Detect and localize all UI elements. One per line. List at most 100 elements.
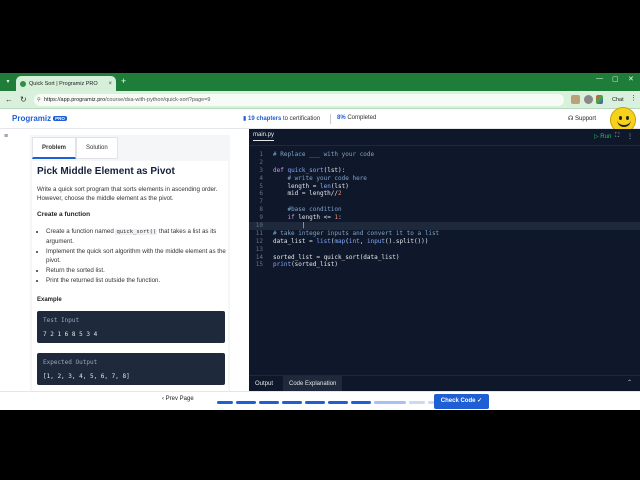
chapters-count: 19 chapters [247,116,282,122]
maximize-icon[interactable]: ▢ [612,75,619,83]
logo-text: Programiz [12,114,52,123]
play-icon: ▷ [594,134,599,140]
list-item: Implement the quick sort algorithm with … [46,247,226,265]
tab-solution[interactable]: Solution [76,137,118,159]
app-header: Programiz PRO ▮ 19 chapters to certificat… [0,107,640,133]
editor-header: main.py ▷ Run ⛶ ⋮ [249,129,640,146]
new-tab-button[interactable]: + [121,76,126,86]
url-path: /course/dsa-with-python/quick-sort?page=… [105,97,211,103]
favicon-icon [20,80,26,87]
tab-code-explanation[interactable]: Code Explanation [283,376,343,392]
programiz-logo[interactable]: Programiz PRO [12,114,67,123]
inline-code: quick_sort() [115,229,158,235]
editor-footer: Output Code Explanation ⌃ [249,375,640,392]
headset-icon: ☊ [568,116,574,122]
tab-output[interactable]: Output [249,376,279,392]
completion-status: 8% Completed [337,115,376,121]
code-line: 9 if length <= 1: [259,214,342,222]
code-line: 12 data_list = list(map(int, input().spli… [255,237,429,245]
book-icon: ▮ [243,116,247,122]
problem-tabs: Problem Solution [32,137,118,159]
tab-menu-icon[interactable]: ▾ [3,76,13,88]
refresh-icon[interactable]: ↻ [20,95,27,104]
close-tab-icon[interactable]: × [108,81,112,87]
code-line: 11 # take integer inputs and convert it t… [255,229,440,237]
problem-description: Write a quick sort program that sorts el… [37,186,218,202]
chevron-left-icon: ‹ [162,396,164,402]
site-info-icon[interactable]: ⚲ [37,94,41,106]
progress-segment[interactable] [374,401,406,404]
expected-output-value: [1, 2, 3, 4, 5, 6, 7, 8] [43,373,130,380]
list-item: Return the sorted list. [46,266,226,275]
logo-pro-badge: PRO [53,116,67,122]
code-area[interactable]: 1 # Replace ___ with your code 2 3 def qui… [249,151,640,269]
address-bar-row: ← ↻ ⚲ https://app.programiz.pro/course/d… [0,91,640,109]
tab-title: Quick Sort | Programiz PRO [29,80,98,87]
left-gutter: ≡ [0,129,16,391]
code-line: 8 #base condition [259,206,342,214]
support-label: Support [575,116,597,122]
copilot-icon[interactable] [596,95,603,104]
progress-segment[interactable] [217,401,233,404]
check-circle-icon: ✓ [477,398,483,404]
browser-tab-bar: ▾ Quick Sort | Programiz PRO × + — ▢ ✕ [0,73,640,91]
code-line: 13 [255,245,263,253]
problem-title: Pick Middle Element as Pivot [37,166,175,177]
run-button[interactable]: ▷ Run [594,133,611,140]
check-code-button[interactable]: Check Code ✓ [434,394,489,409]
fullscreen-icon[interactable]: ⛶ [615,133,619,140]
chat-button[interactable]: Chat [612,94,624,106]
prev-page-label: Prev Page [165,396,194,402]
progress-segment[interactable] [259,401,279,404]
run-label: Run [600,134,612,140]
browser-menu-icon[interactable]: ⋮ [630,94,637,102]
header-divider [330,114,331,124]
code-line: 2 [259,158,263,166]
chevron-up-icon[interactable]: ⌃ [627,379,632,386]
progress-segment[interactable] [236,401,256,404]
problem-card: Pick Middle Element as Pivot Write a qui… [32,161,228,393]
back-icon[interactable]: ← [5,95,13,104]
code-editor-panel: main.py ▷ Run ⛶ ⋮ 1 # Replace ___ with yo… [249,129,640,392]
code-line: 4 # write your code here [259,174,367,182]
expected-output-box: Expected Output [1, 2, 3, 4, 5, 6, 7, 8] [37,353,225,385]
problem-panel: Problem Solution Pick Middle Element as … [30,135,230,393]
test-input-value: 7 2 1 6 8 5 3 4 [43,331,98,338]
code-line: 7 [259,198,263,206]
editor-menu-icon[interactable]: ⋮ [627,133,633,140]
profile-avatar-icon[interactable] [584,95,593,104]
code-line: 6 mid = length//2 [259,190,342,198]
code-line: 14 sorted_list = quick_sort(data_list) [255,253,400,261]
code-line: 3 def quick_sort(lst): [259,166,346,174]
progress-segment[interactable] [351,401,371,404]
completed-suffix: Completed [345,115,377,121]
check-code-label: Check Code [440,398,476,404]
completed-percent: 8% [337,115,346,121]
expected-output-label: Expected Output [43,359,98,366]
tab-problem[interactable]: Problem [32,137,77,159]
progress-segment[interactable] [409,401,425,404]
requirements-list: Create a function named quick_sort() tha… [46,227,226,286]
code-line: 5 length = len(lst) [259,182,349,190]
support-button[interactable]: ☊ Support [568,115,596,122]
progress-segment[interactable] [282,401,302,404]
extension-icon[interactable] [571,95,580,104]
test-input-box: Test Input 7 2 1 6 8 5 3 4 [37,311,225,343]
chapters-suffix: to certification [281,116,321,122]
minimize-icon[interactable]: — [596,75,603,82]
menu-icon[interactable]: ≡ [4,133,8,140]
file-tab-main-py[interactable]: main.py [253,132,275,141]
prev-page-button[interactable]: ‹ Prev Page [162,396,194,402]
progress-segment[interactable] [305,401,325,404]
bottom-navigation-bar: ‹ Prev Page Check Code ✓ [0,391,640,410]
close-window-icon[interactable]: ✕ [628,75,634,83]
url-host: https://app.programiz.pro [44,97,106,103]
chapters-to-certification[interactable]: ▮ 19 chapters to certification [243,115,320,122]
code-line-current: 10 | [249,222,640,230]
url-field[interactable]: ⚲ https://app.programiz.pro/course/dsa-w… [34,94,564,106]
browser-tab[interactable]: Quick Sort | Programiz PRO × [16,76,116,91]
code-line: 15 print(sorted_list) [255,261,339,269]
list-item: Create a function named quick_sort() tha… [46,227,226,246]
create-function-heading: Create a function [37,211,91,218]
progress-segment[interactable] [328,401,348,404]
